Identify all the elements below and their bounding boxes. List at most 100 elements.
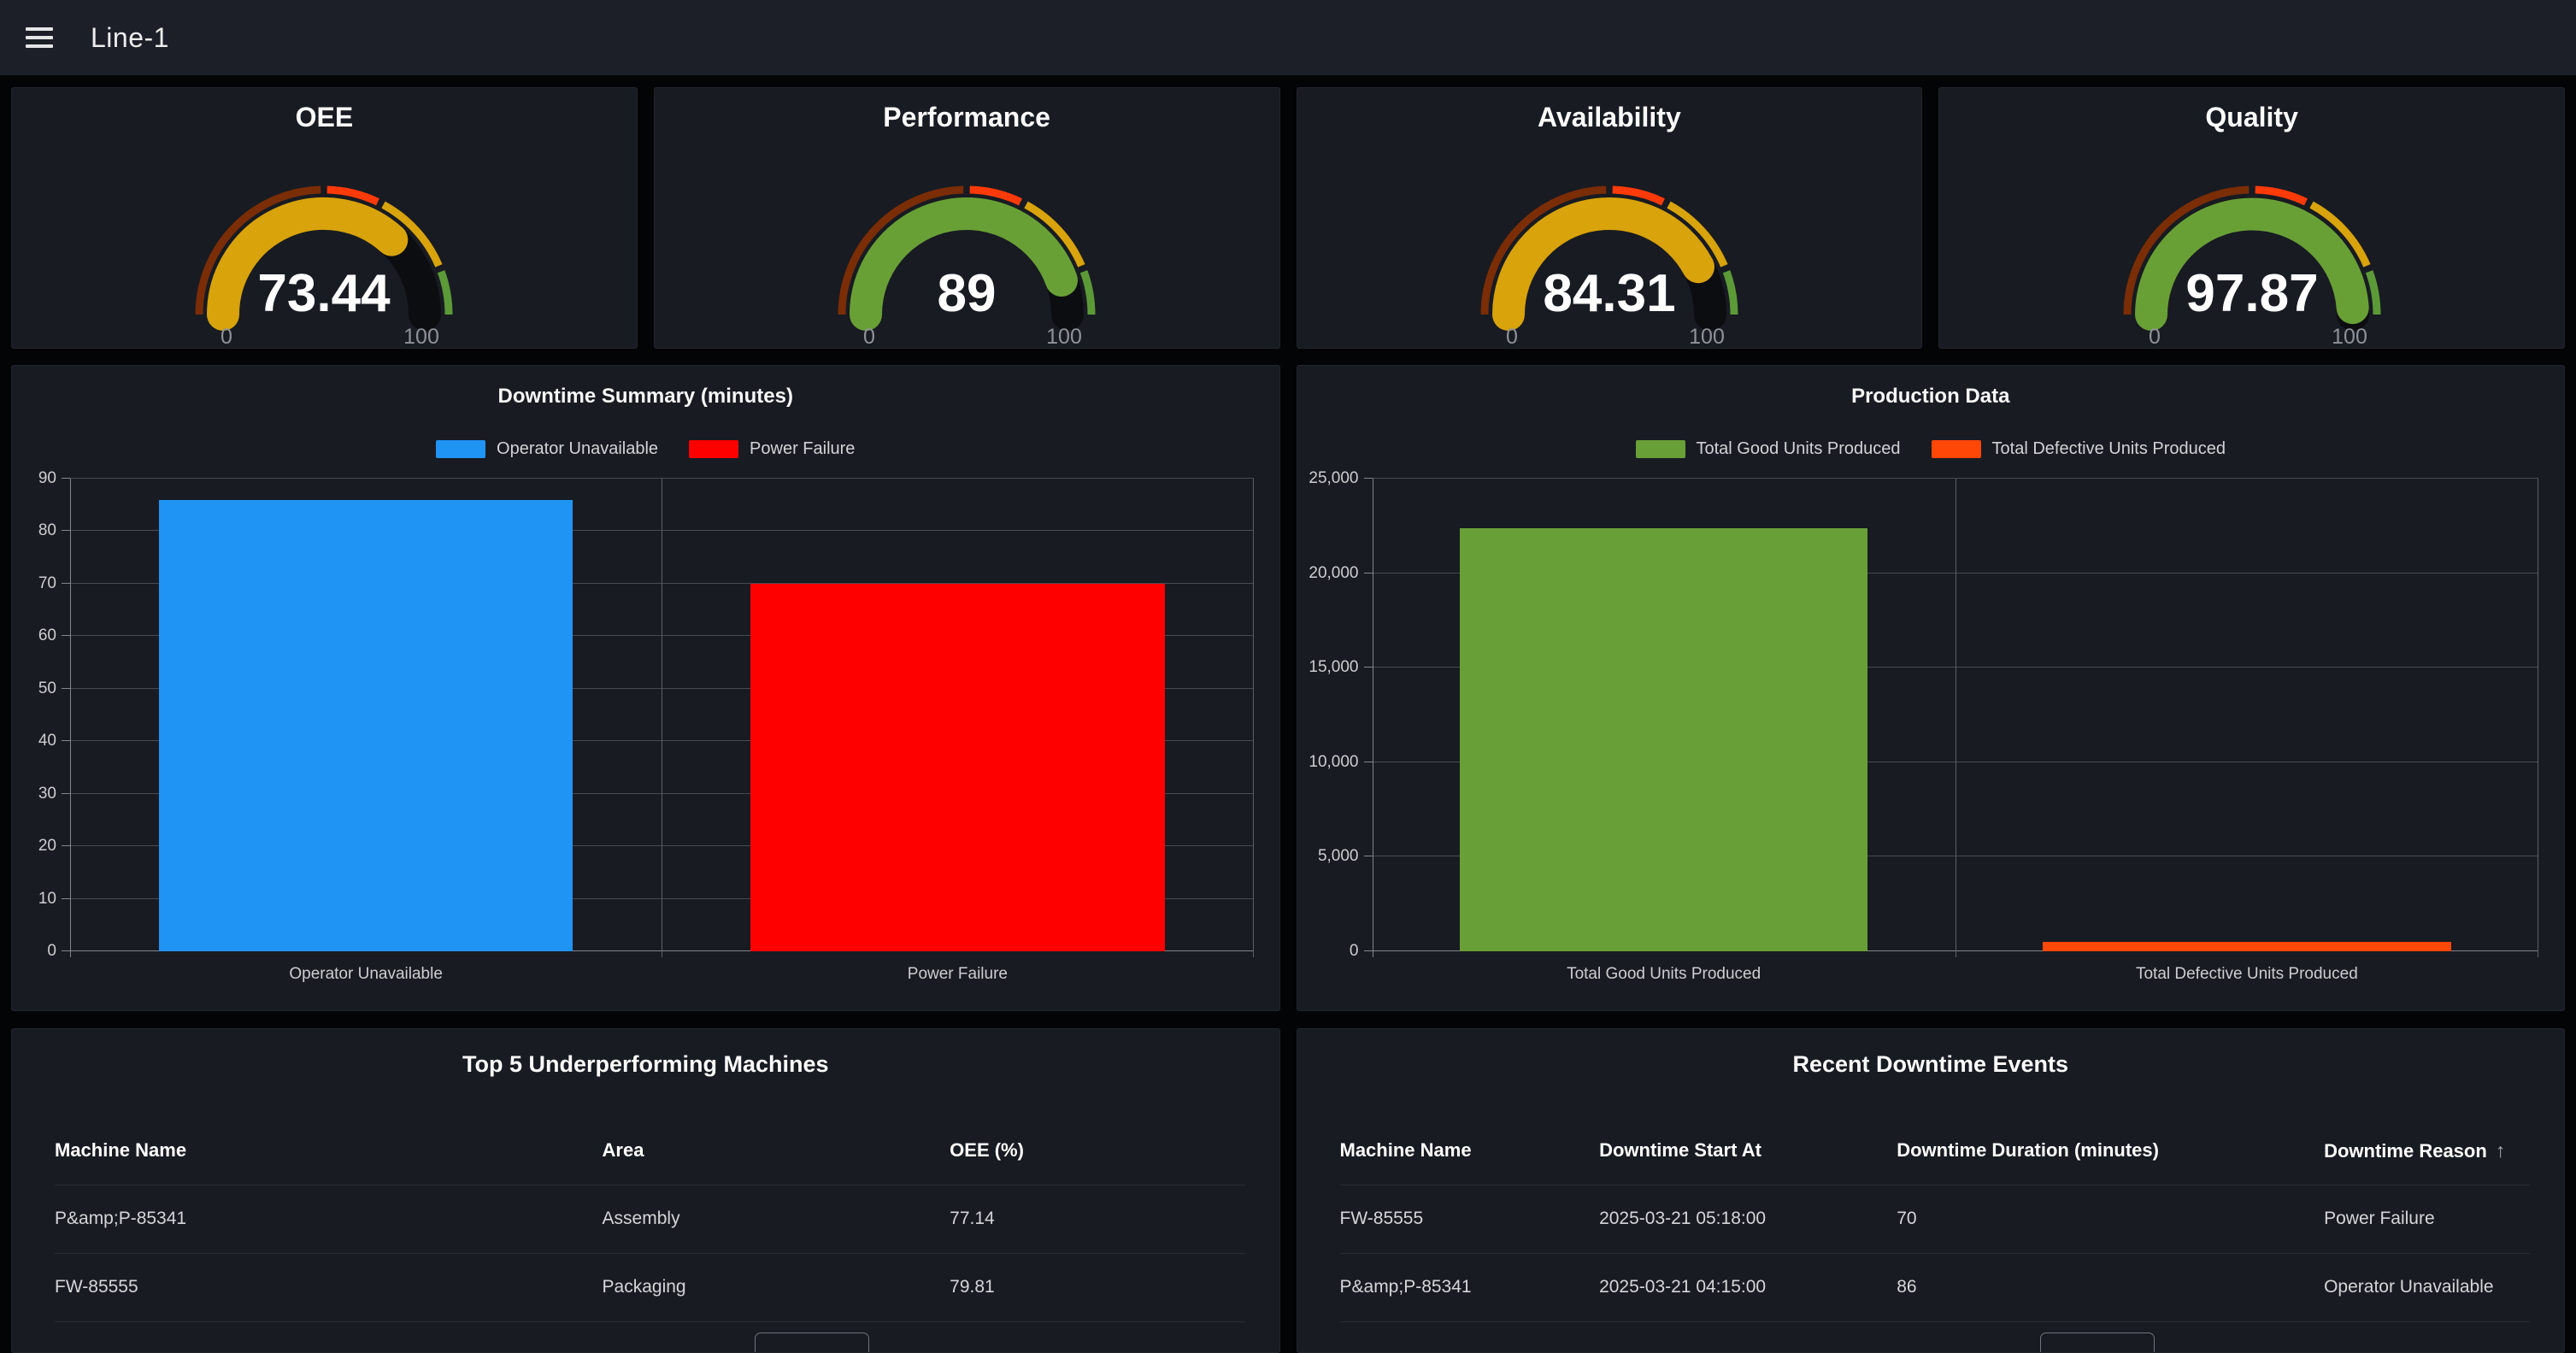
table-cell: P&amp;P-85341: [1340, 1253, 1472, 1321]
gauge-panel-oee: OEE 73.44 0 100: [11, 87, 638, 349]
y-axis-label: 30: [11, 785, 56, 803]
pagination-button[interactable]: [2040, 1332, 2155, 1353]
gauge-threshold-arc: [1726, 272, 1734, 315]
table-panel-recent-downtime-events: Recent Downtime Events Machine Name Downt…: [1297, 1028, 2566, 1353]
gauge-threshold-arc: [2369, 272, 2377, 315]
table-cell: Power Failure: [2324, 1185, 2435, 1253]
row-separator: [1340, 1321, 2531, 1322]
y-axis-label: 0: [11, 942, 56, 961]
panel-title[interactable]: Production Data: [1297, 385, 2565, 409]
column-header-downtime-reason[interactable]: Downtime Reason↑: [2324, 1125, 2505, 1176]
plot-right-border: [1253, 479, 1254, 957]
panel-title[interactable]: Availability: [1297, 102, 1922, 133]
panel-title[interactable]: Top 5 Underperforming Machines: [12, 1051, 1279, 1078]
table-cell: 2025-03-21 05:18:00: [1599, 1185, 1766, 1253]
y-axis-line: [70, 479, 71, 957]
panel-title[interactable]: OEE: [12, 102, 637, 133]
table-cell: 2025-03-21 04:15:00: [1599, 1253, 1766, 1321]
column-header-area[interactable]: Area: [603, 1125, 644, 1176]
dashboard-title: Line-1: [91, 22, 169, 54]
table-cell: FW-85555: [55, 1253, 138, 1321]
sort-asc-icon: ↑: [2496, 1139, 2506, 1162]
column-header-downtime-start-at[interactable]: Downtime Start At: [1599, 1125, 1761, 1176]
axis-tick: [62, 740, 70, 741]
table-cell: FW-85555: [1340, 1185, 1424, 1253]
table-cell: Assembly: [603, 1185, 680, 1253]
column-header-machine-name[interactable]: Machine Name: [55, 1125, 186, 1176]
legend-label: Power Failure: [750, 439, 855, 459]
y-axis-label: 15,000: [1297, 658, 1359, 677]
plot-area: 05,00010,00015,00020,00025,000Total Good…: [1373, 479, 2539, 951]
menu-icon[interactable]: [26, 27, 53, 48]
y-axis-label: 10,000: [1297, 753, 1359, 772]
y-axis-label: 90: [11, 469, 56, 488]
gauge-max-label: 100: [2332, 325, 2367, 347]
axis-tick: [62, 478, 70, 479]
axis-tick: [1364, 950, 1373, 951]
x-axis-label: Total Good Units Produced: [1373, 965, 1956, 984]
x-axis-label: Total Defective Units Produced: [1956, 965, 2538, 984]
legend-item-total-defective-units-produced[interactable]: Total Defective Units Produced: [1932, 439, 2226, 459]
row-separator: [55, 1321, 1245, 1322]
column-header-downtime-duration-minutes[interactable]: Downtime Duration (minutes): [1897, 1125, 2159, 1176]
gauge-value: 89: [938, 264, 997, 323]
gauge-min-label: 0: [2149, 325, 2161, 347]
pagination-button[interactable]: [755, 1332, 869, 1353]
panel-title[interactable]: Quality: [1939, 102, 2564, 133]
gauge-min-label: 0: [863, 325, 875, 347]
table-cell: Packaging: [603, 1253, 686, 1321]
x-axis-label: Power Failure: [662, 965, 1253, 984]
axis-tick: [62, 530, 70, 531]
gauge-value: 97.87: [2185, 264, 2318, 323]
y-axis-label: 5,000: [1297, 847, 1359, 866]
gauge-max-label: 100: [404, 325, 440, 347]
gauge-max-label: 100: [1046, 325, 1082, 347]
y-axis-label: 10: [11, 890, 56, 909]
legend-item-power-failure[interactable]: Power Failure: [689, 439, 855, 459]
bar-total-defective-units-produced: [2043, 942, 2451, 951]
axis-tick: [62, 793, 70, 794]
y-axis-label: 20: [11, 837, 56, 856]
legend-label: Total Good Units Produced: [1697, 439, 1901, 459]
y-axis-label: 0: [1297, 942, 1359, 961]
table-row: Top 5 Underperforming Machines Machine N…: [11, 1028, 2565, 1353]
legend-swatch: [689, 440, 738, 458]
axis-tick: [1364, 573, 1373, 574]
gauge-value: 84.31: [1543, 264, 1675, 323]
axis-tick: [62, 898, 70, 899]
legend-swatch: [436, 440, 485, 458]
column-header-oee[interactable]: OEE (%): [950, 1125, 1024, 1176]
gauge-min-label: 0: [221, 325, 232, 347]
panel-title[interactable]: Performance: [655, 102, 1279, 133]
gauge: 84.310100: [1430, 135, 1789, 347]
y-axis-label: 40: [11, 732, 56, 750]
chart-legend: Operator Unavailable Power Failure: [12, 439, 1279, 459]
panel-title[interactable]: Downtime Summary (minutes): [12, 385, 1279, 409]
table-cell: 77.14: [950, 1185, 995, 1253]
column-header-machine-name[interactable]: Machine Name: [1340, 1125, 1472, 1176]
chart-row: Downtime Summary (minutes) Operator Unav…: [11, 365, 2565, 1011]
bar-operator-unavailable: [159, 500, 573, 951]
gauge-min-label: 0: [1506, 325, 1518, 347]
table: Machine Name Downtime Start At Downtime Du…: [1340, 1125, 2531, 1352]
legend-item-operator-unavailable[interactable]: Operator Unavailable: [436, 439, 658, 459]
chart-panel-downtime-summary-minutes: Downtime Summary (minutes) Operator Unav…: [11, 365, 1280, 1011]
panel-title[interactable]: Recent Downtime Events: [1297, 1051, 2565, 1078]
y-axis-label: 25,000: [1297, 469, 1359, 488]
bar-power-failure: [750, 584, 1165, 951]
x-axis-label: Operator Unavailable: [70, 965, 662, 984]
axis-tick: [62, 635, 70, 636]
y-axis-label: 70: [11, 574, 56, 593]
table-cell: Operator Unavailable: [2324, 1253, 2493, 1321]
axis-tick: [1364, 478, 1373, 479]
gauge: 73.44 0 100: [144, 135, 503, 347]
gauge: 97.87 0 100: [2073, 135, 2432, 347]
gauge-panel-performance: Performance 89 0 100: [654, 87, 1280, 349]
gauge-value: 73.44: [258, 264, 391, 323]
chart-legend: Total Good Units Produced Total Defective…: [1297, 439, 2565, 459]
legend-swatch: [1636, 440, 1685, 458]
gauge-threshold-arc: [441, 272, 449, 315]
y-axis-label: 80: [11, 521, 56, 540]
chart-panel-production-data: Production Data Total Good Units Produce…: [1297, 365, 2566, 1011]
legend-item-total-good-units-produced[interactable]: Total Good Units Produced: [1636, 439, 1901, 459]
